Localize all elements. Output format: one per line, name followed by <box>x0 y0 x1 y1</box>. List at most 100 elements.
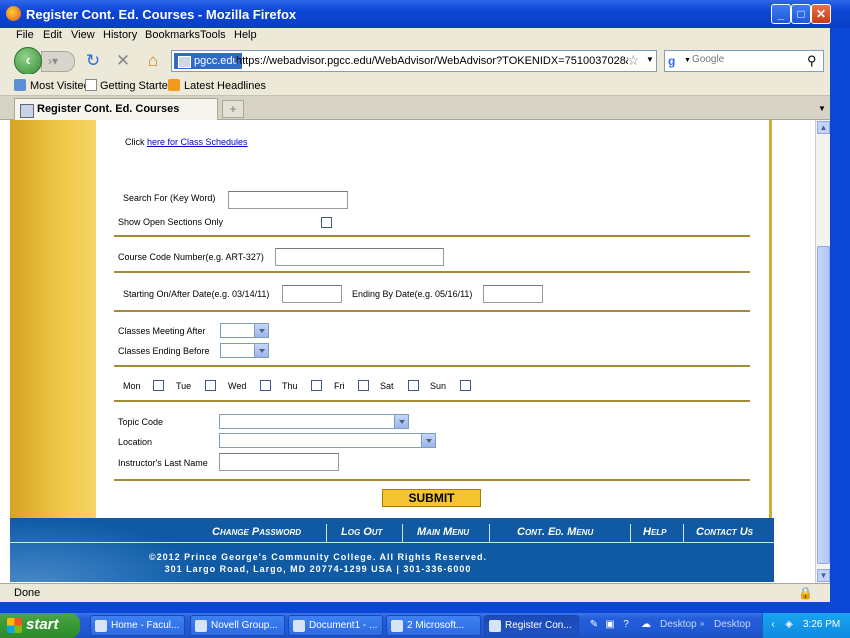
end-date-label: Ending By Date(e.g. 05/16/11) <box>352 289 473 299</box>
contact-us-link[interactable]: Contact Us <box>696 526 753 538</box>
quicklaunch-icon[interactable]: ▣ <box>604 619 616 631</box>
site-identity-badge[interactable]: pgcc.edu <box>174 53 242 69</box>
scroll-up-icon[interactable]: ▲ <box>817 121 830 134</box>
ending-before-select[interactable] <box>220 343 269 358</box>
search-engine-dropdown-icon[interactable]: ▼ <box>684 57 691 64</box>
meeting-after-select[interactable] <box>220 323 269 338</box>
taskbar-item-register[interactable]: Register Con... <box>484 615 579 636</box>
quicklaunch-icon[interactable]: ☁ <box>640 619 652 631</box>
cont-ed-menu-link[interactable]: Cont. Ed. Menu <box>517 526 593 538</box>
day-checkbox-tue[interactable] <box>205 380 216 391</box>
divider <box>114 400 750 402</box>
search-input[interactable] <box>692 54 802 65</box>
start-button[interactable]: start <box>0 613 80 638</box>
click-text: Click <box>125 137 145 147</box>
menu-file[interactable]: File <box>16 29 34 41</box>
new-tab-button[interactable]: + <box>222 100 244 118</box>
log-out-link[interactable]: Log Out <box>341 526 382 538</box>
close-button[interactable]: ✕ <box>811 4 831 24</box>
topic-code-label: Topic Code <box>118 417 164 427</box>
bookmark-latest-headlines[interactable]: Latest Headlines <box>184 80 266 92</box>
topic-code-select[interactable] <box>219 414 409 429</box>
scroll-down-icon[interactable]: ▼ <box>817 569 830 582</box>
bookmark-getting-started[interactable]: Getting Started <box>100 80 174 92</box>
meeting-after-label: Classes Meeting After <box>118 326 206 336</box>
desktop-toolbar-label[interactable]: Desktop <box>660 619 697 630</box>
menu-edit[interactable]: Edit <box>43 29 62 41</box>
menu-bookmarks[interactable]: Bookmarks <box>145 29 200 41</box>
chevron-icon[interactable]: » <box>700 619 704 628</box>
url-text[interactable]: https://webadvisor.pgcc.edu/WebAdvisor/W… <box>236 55 628 67</box>
instructor-input[interactable] <box>219 453 339 471</box>
padlock-icon[interactable]: 🔒 <box>798 586 813 600</box>
footer-rule <box>10 542 774 543</box>
menu-view[interactable]: View <box>71 29 95 41</box>
search-box[interactable]: g ▼ ⚲ <box>664 50 824 72</box>
class-schedules-link[interactable]: here for Class Schedules <box>147 137 248 147</box>
taskbar-item-home[interactable]: Home - Facul... <box>90 615 185 636</box>
most-visited-icon <box>14 79 26 91</box>
footer-separator <box>683 524 684 542</box>
submit-button[interactable]: SUBMIT <box>382 489 481 507</box>
status-bar: Done 🔒 <box>0 583 830 602</box>
scrollbar-thumb[interactable] <box>817 246 830 564</box>
forward-button[interactable]: ›▾ <box>41 51 75 72</box>
end-date-input[interactable] <box>483 285 543 303</box>
course-code-input[interactable] <box>275 248 444 266</box>
divider <box>114 479 750 481</box>
back-button[interactable]: ‹ <box>14 47 42 75</box>
taskbar-item-document[interactable]: Document1 - ... <box>288 615 383 636</box>
location-select[interactable] <box>219 433 436 448</box>
ending-before-label: Classes Ending Before <box>118 346 210 356</box>
bookmark-most-visited[interactable]: Most Visited <box>30 80 90 92</box>
quicklaunch-icon[interactable]: ✎ <box>588 619 600 631</box>
reload-icon[interactable]: ↻ <box>84 52 102 70</box>
taskbar-item-novell[interactable]: Novell Group... <box>190 615 285 636</box>
menu-history[interactable]: History <box>103 29 137 41</box>
stop-icon[interactable]: ✕ <box>114 52 132 70</box>
course-code-label: Course Code Number(e.g. ART-327) <box>118 252 264 262</box>
change-password-link[interactable]: Change Password <box>212 526 301 538</box>
day-checkbox-fri[interactable] <box>358 380 369 391</box>
day-checkbox-mon[interactable] <box>153 380 164 391</box>
home-icon[interactable]: ⌂ <box>144 52 162 70</box>
day-checkbox-sun[interactable] <box>460 380 471 391</box>
open-sections-checkbox[interactable] <box>321 217 332 228</box>
day-checkbox-sat[interactable] <box>408 380 419 391</box>
url-dropdown-icon[interactable]: ▼ <box>646 55 654 64</box>
bookmarks-toolbar: Most Visited Getting Started Latest Head… <box>0 74 850 96</box>
tab-register-courses[interactable]: Register Cont. Ed. Courses <box>14 98 218 120</box>
taskbar-item-microsoft[interactable]: 2 Microsoft... <box>386 615 481 636</box>
keyword-input[interactable] <box>228 191 348 209</box>
vertical-scrollbar[interactable]: ▲ ▼ <box>815 120 830 583</box>
menu-help[interactable]: Help <box>234 29 257 41</box>
search-icon[interactable]: ⚲ <box>807 53 817 69</box>
page-content: Click here for Class Schedules Search Fo… <box>0 120 815 583</box>
day-checkbox-thu[interactable] <box>311 380 322 391</box>
window-right-frame <box>830 28 850 602</box>
divider <box>114 310 750 312</box>
bookmark-star-icon[interactable]: ☆ <box>627 52 640 69</box>
divider <box>114 271 750 273</box>
tray-network-icon[interactable]: ◈ <box>783 619 795 631</box>
maximize-button[interactable]: □ <box>791 4 811 24</box>
tray-expand-icon[interactable]: ‹ <box>767 619 779 631</box>
firefox-icon <box>6 6 21 21</box>
address-bar[interactable]: pgcc.edu https://webadvisor.pgcc.edu/Web… <box>171 50 657 72</box>
left-gold-band <box>10 120 96 518</box>
minimize-button[interactable]: _ <box>771 4 791 24</box>
list-all-tabs-icon[interactable]: ▼ <box>815 100 829 118</box>
help-link[interactable]: Help <box>643 526 667 538</box>
day-checkbox-wed[interactable] <box>260 380 271 391</box>
start-date-input[interactable] <box>282 285 342 303</box>
day-label-wed: Wed <box>228 381 247 391</box>
main-menu-link[interactable]: Main Menu <box>417 526 469 538</box>
google-icon[interactable]: g <box>668 54 682 68</box>
status-text: Done <box>14 587 41 599</box>
desktop-toolbar-label-2[interactable]: Desktop <box>714 619 751 630</box>
menu-bar: File Edit View History Bookmarks Tools H… <box>0 28 850 44</box>
footer-separator <box>489 524 490 542</box>
menu-tools[interactable]: Tools <box>200 29 226 41</box>
quicklaunch-icon[interactable]: ? <box>620 619 632 631</box>
footer-separator <box>326 524 327 542</box>
